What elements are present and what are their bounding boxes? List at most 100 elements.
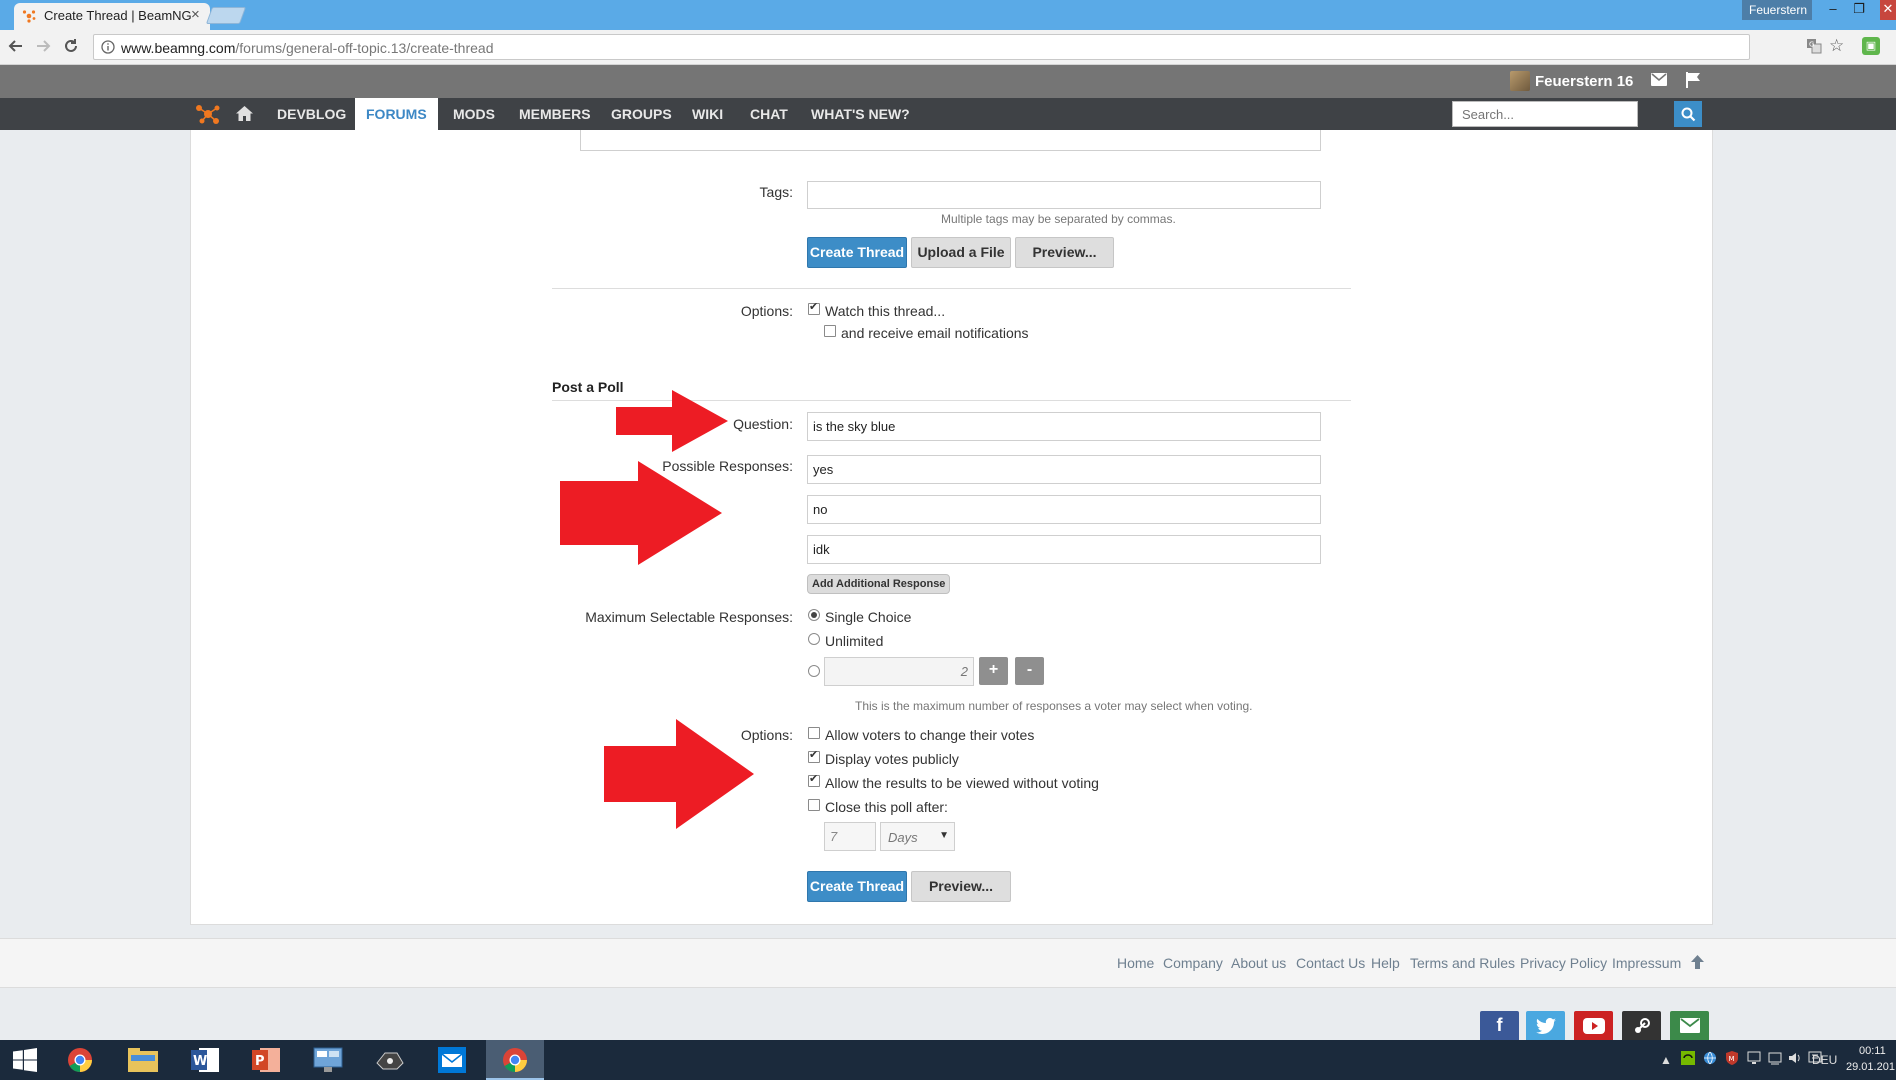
footer-link-about[interactable]: About us [1231,955,1286,971]
volume-icon[interactable] [1788,1051,1802,1065]
close-poll-checkbox[interactable] [808,799,820,811]
inbox-envelope-icon[interactable] [1651,73,1667,86]
page-info-icon[interactable] [101,40,115,54]
language-indicator[interactable]: DEU [1812,1053,1837,1067]
decrement-button[interactable]: - [1015,657,1044,685]
upload-file-button[interactable]: Upload a File [911,237,1011,268]
chrome-active-icon[interactable] [500,1046,530,1074]
single-choice-radio[interactable] [808,609,820,621]
search-field[interactable] [1452,101,1638,127]
clock-date[interactable]: 29.01.201 [1846,1061,1895,1073]
browser-tab-active[interactable]: Create Thread | BeamNG × [14,3,210,30]
change-votes-checkbox[interactable] [808,727,820,739]
response-input-1[interactable] [808,456,1320,483]
alerts-flag-icon[interactable] [1686,72,1701,88]
search-button[interactable] [1674,101,1702,127]
tray-overflow-icon[interactable]: ▲ [1660,1053,1672,1067]
powerpoint-icon[interactable]: P [251,1046,281,1074]
translate-icon[interactable]: G [1806,38,1822,54]
steam-icon[interactable] [1622,1011,1661,1040]
search-input[interactable] [1453,102,1637,126]
create-thread-button[interactable]: Create Thread [807,237,907,268]
close-after-unit-select[interactable]: Days ▼ [880,822,955,851]
footer-link-privacy[interactable]: Privacy Policy [1520,955,1607,971]
youtube-icon[interactable] [1574,1011,1613,1040]
watch-thread-checkbox[interactable] [808,300,820,315]
tab-close-icon[interactable]: × [191,6,200,23]
footer-link-impressum[interactable]: Impressum [1612,955,1681,971]
remote-desktop-icon[interactable] [313,1046,343,1074]
increment-button[interactable]: + [979,657,1008,685]
response-field-3[interactable] [807,535,1321,564]
poll-create-thread-button[interactable]: Create Thread [807,871,907,902]
game-icon[interactable] [375,1046,405,1074]
response-field-2[interactable] [807,495,1321,524]
reload-icon[interactable] [62,37,82,57]
response-input-3[interactable] [808,536,1320,563]
twitter-icon[interactable] [1526,1011,1565,1040]
nav-members[interactable]: MEMBERS [508,98,602,130]
tags-field[interactable] [807,181,1321,209]
display-votes-checkbox[interactable] [808,748,820,763]
windows-start-icon[interactable] [10,1046,40,1074]
avatar[interactable] [1510,71,1530,91]
nav-whats-new[interactable]: WHAT'S NEW? [800,98,921,130]
chrome-icon[interactable] [65,1046,95,1074]
view-results-checkbox[interactable] [808,772,820,787]
chrome-profile-chip[interactable]: Feuerstern [1742,0,1812,20]
tags-input[interactable] [808,182,1320,208]
nav-mods[interactable]: MODS [442,98,506,130]
extension-icon[interactable]: ▣ [1862,37,1880,55]
footer-link-home[interactable]: Home [1117,955,1154,971]
new-tab-button[interactable] [205,7,247,24]
max-number-field[interactable] [824,657,974,686]
nav-wiki[interactable]: WIKI [681,98,734,130]
question-field[interactable] [807,412,1321,441]
home-icon[interactable] [236,106,253,121]
bookmark-star-icon[interactable]: ☆ [1829,36,1844,56]
nav-devblog[interactable]: DEVBLOG [266,98,357,130]
email-notifications-checkbox[interactable] [824,325,836,337]
wifi-icon[interactable] [1747,1051,1761,1065]
nav-groups[interactable]: GROUPS [600,98,683,130]
question-input[interactable] [808,413,1320,440]
tray-app-icon[interactable] [1768,1051,1782,1065]
restore-icon[interactable]: ❐ [1846,0,1872,20]
footer-link-company[interactable]: Company [1163,955,1223,971]
footer-link-help[interactable]: Help [1371,955,1400,971]
word-icon[interactable]: W [190,1046,220,1074]
response-input-2[interactable] [808,496,1320,523]
poll-preview-button[interactable]: Preview... [911,871,1011,902]
minimize-icon[interactable]: – [1820,0,1846,20]
back-icon[interactable] [7,37,27,57]
mail-icon[interactable] [1670,1011,1709,1040]
footer-link-contact[interactable]: Contact Us [1296,955,1365,971]
forward-icon[interactable] [34,37,54,57]
close-after-field[interactable] [824,822,876,851]
email-notifications-label: and receive email notifications [841,325,1029,341]
facebook-icon[interactable]: f [1480,1011,1519,1040]
mail-app-icon[interactable] [437,1046,467,1074]
message-editor-bottom[interactable] [580,130,1321,151]
nvidia-icon[interactable] [1681,1051,1695,1065]
scroll-top-icon[interactable] [1691,955,1704,969]
account-username[interactable]: Feuerstern 16 [1535,73,1633,90]
response-field-1[interactable] [807,455,1321,484]
nav-chat[interactable]: CHAT [739,98,799,130]
security-shield-icon[interactable]: M [1725,1051,1739,1065]
file-explorer-icon[interactable] [128,1046,158,1074]
beamng-logo[interactable] [195,102,221,126]
unlimited-radio[interactable] [808,633,820,645]
close-after-input[interactable] [825,823,875,850]
max-number-input[interactable] [825,658,973,685]
clock-time[interactable]: 00:11 [1859,1045,1886,1057]
preview-button[interactable]: Preview... [1015,237,1114,268]
address-bar[interactable]: www.beamng.com/forums/general-off-topic.… [93,34,1750,60]
max-number-radio[interactable] [808,665,820,677]
nav-forums[interactable]: FORUMS [355,98,438,130]
window-close-icon[interactable]: ✕ [1880,0,1896,20]
beamng-favicon-icon [22,9,36,23]
footer-link-terms[interactable]: Terms and Rules [1410,955,1515,971]
network-globe-icon[interactable] [1703,1051,1717,1065]
add-response-button[interactable]: Add Additional Response [807,574,951,594]
